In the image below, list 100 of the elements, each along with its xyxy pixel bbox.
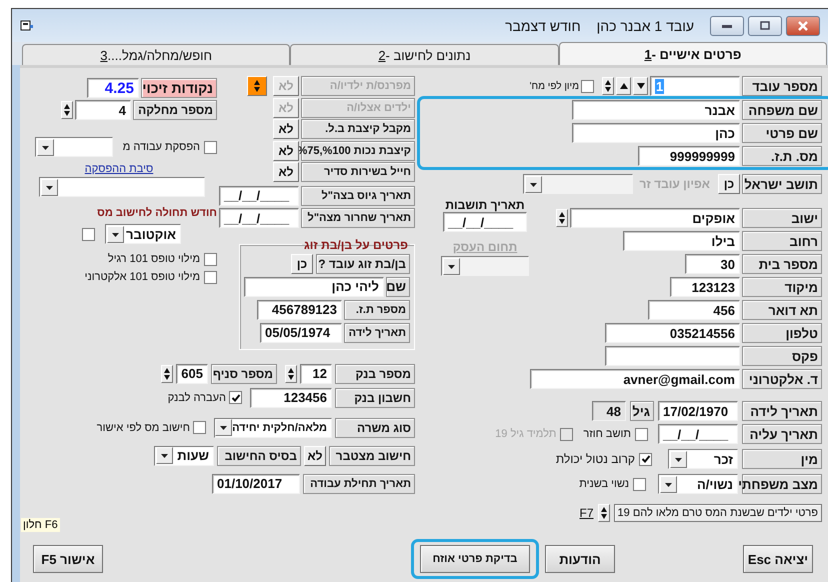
- text-field[interactable]: avner@gmail.com: [530, 369, 740, 389]
- checkbox[interactable]: [82, 228, 95, 240]
- spin-button[interactable]: [61, 101, 73, 119]
- field-label: טלפון: [742, 323, 822, 343]
- action-button[interactable]: יציאה Esc: [743, 545, 813, 573]
- maximize-button[interactable]: [748, 16, 782, 36]
- field-label: ילדים אצלו/ה: [301, 98, 415, 118]
- toggle-button[interactable]: לא: [273, 162, 299, 182]
- caret-icon: [670, 450, 687, 468]
- up-arrow-icon: [620, 83, 628, 89]
- date-field[interactable]: 05/05/1974: [260, 322, 342, 342]
- field-label: מספר בית: [742, 254, 822, 274]
- minimize-icon: [722, 22, 732, 28]
- field-label: תושב ישראל: [742, 174, 822, 194]
- text-field[interactable]: 123123: [670, 277, 740, 297]
- text-field[interactable]: בילו: [623, 231, 740, 251]
- checkbox[interactable]: [204, 270, 217, 284]
- close-button[interactable]: [786, 16, 820, 36]
- text-field[interactable]: 456: [648, 300, 740, 320]
- checkbox[interactable]: [639, 452, 652, 466]
- text-field[interactable]: 4.25: [87, 78, 139, 98]
- spin-button[interactable]: [161, 364, 173, 382]
- text-field[interactable]: 035214556: [605, 323, 740, 343]
- text-field[interactable]: ליהי כהן: [244, 276, 384, 296]
- field-label: שם: [386, 276, 410, 296]
- toggle-button[interactable]: לא: [273, 140, 299, 160]
- date-field[interactable]: __/__/____: [219, 208, 299, 228]
- action-button[interactable]: הודעות: [545, 545, 615, 573]
- spin-button[interactable]: [602, 77, 614, 95]
- date-field[interactable]: 17/02/1970: [658, 401, 738, 421]
- text-field[interactable]: [605, 346, 740, 366]
- dropdown[interactable]: [34, 137, 113, 157]
- checkbox-label: מיון לפי מח': [530, 80, 579, 92]
- text-field[interactable]: 30: [685, 254, 740, 274]
- date-field[interactable]: __/__/____: [443, 212, 527, 232]
- date-field[interactable]: __/__/____: [219, 186, 299, 206]
- text-field[interactable]: 456789123: [257, 300, 342, 320]
- next-button[interactable]: [633, 77, 648, 95]
- checkbox[interactable]: [204, 252, 217, 266]
- hotkey-label: F7: [580, 506, 594, 520]
- field-label: חישוב מצטבר: [329, 446, 415, 466]
- dropdown[interactable]: זכר: [668, 449, 738, 469]
- text-field[interactable]: 605: [176, 364, 208, 384]
- field-label: ד. אלקטרוני: [742, 369, 822, 389]
- text-field[interactable]: 12: [300, 364, 332, 384]
- caret-icon: [660, 476, 677, 492]
- dropdown[interactable]: אוקטובר: [105, 224, 181, 244]
- field-label: אפיון עובד זר: [639, 177, 710, 191]
- field-label: קיצבת נכות %100,%75: [301, 140, 415, 160]
- text-field[interactable]: אבנר: [572, 100, 740, 120]
- caret-icon: [215, 419, 232, 436]
- children-details-button[interactable]: פרטי ילדים שבשנת המס טרם מלאו להם 19: [614, 504, 822, 522]
- text-field[interactable]: 999999999: [638, 146, 740, 166]
- checkbox-label: קרוב נטול יכולת: [556, 452, 635, 466]
- field-label: תאריך עליה: [742, 424, 822, 444]
- caret-icon: [525, 176, 542, 192]
- dropdown[interactable]: [441, 256, 529, 276]
- toggle-button[interactable]: כן: [718, 174, 740, 194]
- date-field[interactable]: __/__/____: [658, 424, 738, 444]
- action-button[interactable]: בדיקת פרטי אוזח: [420, 545, 530, 573]
- minimize-button[interactable]: [710, 16, 744, 36]
- spin-button[interactable]: [247, 76, 267, 96]
- field-label: תאריך תחילת עבודה: [303, 474, 415, 494]
- checkbox[interactable]: [581, 80, 594, 92]
- toggle-button[interactable]: לא: [273, 119, 299, 139]
- spin-button[interactable]: [598, 504, 610, 522]
- checkbox[interactable]: [635, 428, 648, 440]
- toggle-button[interactable]: לא: [304, 446, 326, 466]
- field-label: בסיס החישוב: [217, 446, 301, 466]
- checkbox[interactable]: [633, 478, 646, 490]
- dropdown[interactable]: [39, 177, 205, 197]
- field-label: שם משפחה: [742, 100, 822, 120]
- spin-button[interactable]: [285, 364, 297, 382]
- field-label: מיקוד: [742, 277, 822, 297]
- checkbox[interactable]: [229, 391, 242, 404]
- checkbox[interactable]: [204, 140, 217, 154]
- dropdown[interactable]: [523, 174, 634, 194]
- field-label: מקבל קיצבת ב.ל.: [301, 119, 415, 139]
- field-label: פקס: [742, 346, 822, 366]
- field-label: רחוב: [742, 231, 822, 251]
- date-field[interactable]: 01/10/2017: [212, 474, 300, 494]
- dropdown[interactable]: שעות: [154, 446, 214, 466]
- text-field[interactable]: כהן: [572, 123, 740, 143]
- text-field[interactable]: אופקים: [570, 208, 740, 228]
- text-field[interactable]: 4: [75, 100, 131, 120]
- field-label: ישוב: [742, 208, 822, 228]
- dropdown[interactable]: מלאה/חלקית יחידה: [214, 418, 332, 438]
- field-label: מספר מחלקה: [133, 100, 217, 120]
- field-label: מספר בנק: [335, 364, 415, 384]
- checkbox-label: העברה לבנק: [168, 392, 226, 404]
- caret-icon: [41, 178, 58, 196]
- checkbox-label: חישוב מס לפי אישור: [96, 422, 190, 434]
- checkbox[interactable]: [193, 421, 206, 434]
- action-button[interactable]: אישור F5: [33, 545, 103, 573]
- text-field[interactable]: 123456: [250, 388, 332, 408]
- toggle-button[interactable]: כן: [291, 254, 313, 274]
- previous-button[interactable]: [616, 77, 631, 95]
- period-label: חודש דצמבר: [505, 18, 581, 34]
- dropdown[interactable]: נשוי/ה: [658, 474, 738, 494]
- spin-button[interactable]: [556, 209, 568, 227]
